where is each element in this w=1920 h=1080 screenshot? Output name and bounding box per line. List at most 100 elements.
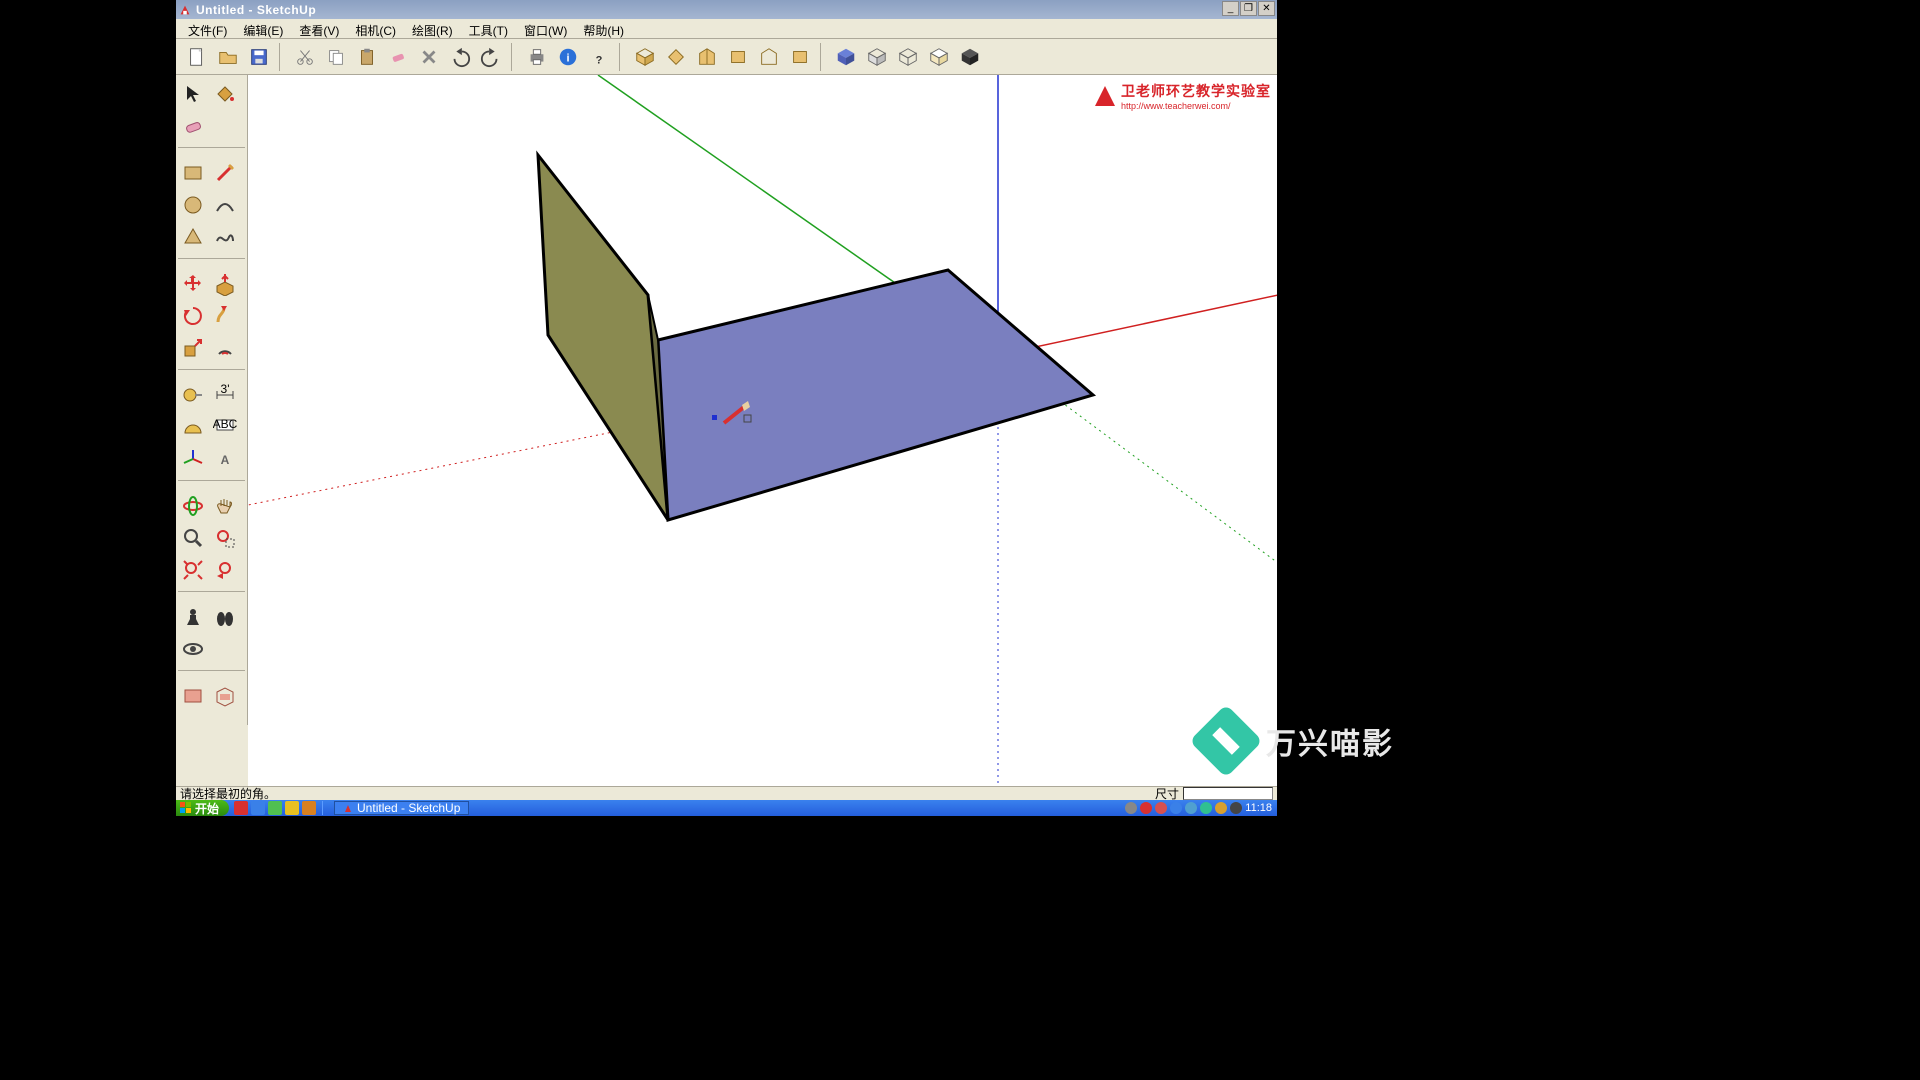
copy-icon[interactable] xyxy=(321,42,351,72)
menu-draw[interactable]: 绘图(R) xyxy=(404,19,461,38)
cut-icon[interactable] xyxy=(290,42,320,72)
eraser-tool-icon[interactable] xyxy=(178,111,208,141)
tray-icon[interactable] xyxy=(1140,802,1152,814)
polygon-tool-icon[interactable] xyxy=(178,222,208,252)
minimize-button[interactable]: _ xyxy=(1222,1,1239,16)
rotate-tool-icon[interactable] xyxy=(178,301,208,331)
menu-file[interactable]: 文件(F) xyxy=(180,19,235,38)
section-plane-icon[interactable] xyxy=(178,681,208,711)
walk-tool-icon[interactable] xyxy=(210,602,240,632)
dimension-input[interactable] xyxy=(1183,787,1273,800)
svg-text:ABC: ABC xyxy=(213,417,237,431)
hidden-line-icon[interactable] xyxy=(924,42,954,72)
axes-tool-icon[interactable] xyxy=(178,444,208,474)
tape-measure-icon[interactable] xyxy=(178,380,208,410)
open-file-icon[interactable] xyxy=(213,42,243,72)
print-icon[interactable] xyxy=(522,42,552,72)
tray-icon[interactable] xyxy=(1185,802,1197,814)
tray-icon[interactable] xyxy=(1155,802,1167,814)
new-file-icon[interactable] xyxy=(182,42,212,72)
line-tool-icon[interactable] xyxy=(210,158,240,188)
right-view-icon[interactable] xyxy=(723,42,753,72)
toolbar-separator xyxy=(619,43,625,71)
circle-tool-icon[interactable] xyxy=(178,190,208,220)
watermark-url: http://www.teacherwei.com/ xyxy=(1121,101,1271,111)
app-icon xyxy=(178,3,192,17)
undo-icon[interactable] xyxy=(445,42,475,72)
model-info-icon[interactable]: i xyxy=(553,42,583,72)
text-tool-icon[interactable]: ABC xyxy=(210,412,240,442)
3d-text-tool-icon[interactable]: A xyxy=(210,444,240,474)
windows-taskbar: 开始 Untitled - SketchUp 11:18 xyxy=(176,800,1277,816)
menu-tools[interactable]: 工具(T) xyxy=(461,19,516,38)
wall-face-left xyxy=(538,155,668,520)
restore-button[interactable]: ❐ xyxy=(1240,1,1257,16)
ql-icon[interactable] xyxy=(268,801,282,815)
back-view-icon[interactable] xyxy=(754,42,784,72)
tray-clock: 11:18 xyxy=(1245,802,1272,814)
previous-view-icon[interactable] xyxy=(210,555,240,585)
tray-icon[interactable] xyxy=(1200,802,1212,814)
menu-window[interactable]: 窗口(W) xyxy=(516,19,575,38)
tray-icon[interactable] xyxy=(1125,802,1137,814)
move-tool-icon[interactable] xyxy=(178,269,208,299)
delete-icon[interactable] xyxy=(414,42,444,72)
position-camera-icon[interactable] xyxy=(178,602,208,632)
top-view-icon[interactable] xyxy=(661,42,691,72)
statusbar: 请选择最初的角。 尺寸 xyxy=(176,786,1277,800)
triangle-logo-icon xyxy=(1095,86,1115,106)
freehand-tool-icon[interactable] xyxy=(210,222,240,252)
left-view-icon[interactable] xyxy=(785,42,815,72)
red-axis-solid xyxy=(998,280,1277,355)
ql-icon[interactable] xyxy=(285,801,299,815)
pan-tool-icon[interactable] xyxy=(210,491,240,521)
window-title: Untitled - SketchUp xyxy=(196,3,316,17)
monochrome-icon[interactable] xyxy=(955,42,985,72)
section-display-icon[interactable] xyxy=(210,681,240,711)
ql-ie-icon[interactable] xyxy=(251,801,265,815)
look-around-icon[interactable] xyxy=(178,634,208,664)
iso-view-icon[interactable] xyxy=(630,42,660,72)
save-icon[interactable] xyxy=(244,42,274,72)
arc-tool-icon[interactable] xyxy=(210,190,240,220)
followme-tool-icon[interactable] xyxy=(210,301,240,331)
menu-camera[interactable]: 相机(C) xyxy=(347,19,404,38)
taskbar-app[interactable]: Untitled - SketchUp xyxy=(334,801,469,815)
front-view-icon[interactable] xyxy=(692,42,722,72)
select-tool-icon[interactable] xyxy=(178,79,208,109)
menu-help[interactable]: 帮助(H) xyxy=(575,19,632,38)
menu-edit[interactable]: 编辑(E) xyxy=(235,19,291,38)
shaded-textures-icon[interactable] xyxy=(831,42,861,72)
zoom-window-icon[interactable] xyxy=(210,523,240,553)
app-window: Untitled - SketchUp _ ❐ ✕ 文件(F) 编辑(E) 查看… xyxy=(176,0,1277,816)
quicklaunch xyxy=(234,801,316,815)
toolbar-separator xyxy=(511,43,517,71)
start-button[interactable]: 开始 xyxy=(176,800,229,816)
orbit-tool-icon[interactable] xyxy=(178,491,208,521)
wireframe-icon[interactable] xyxy=(893,42,923,72)
filmora-logo-icon xyxy=(1189,704,1263,778)
protractor-tool-icon[interactable] xyxy=(178,412,208,442)
tray-icon[interactable] xyxy=(1215,802,1227,814)
watermark-teacher: 卫老师环艺教学实验室 http://www.teacherwei.com/ xyxy=(1095,81,1271,111)
tray-icon[interactable] xyxy=(1170,802,1182,814)
menu-view[interactable]: 查看(V) xyxy=(291,19,347,38)
offset-tool-icon[interactable] xyxy=(210,333,240,363)
paint-bucket-icon[interactable] xyxy=(210,79,240,109)
ql-icon[interactable] xyxy=(234,801,248,815)
rectangle-tool-icon[interactable] xyxy=(178,158,208,188)
pushpull-tool-icon[interactable] xyxy=(210,269,240,299)
ql-icon[interactable] xyxy=(302,801,316,815)
erase-icon[interactable] xyxy=(383,42,413,72)
shaded-icon[interactable] xyxy=(862,42,892,72)
redo-icon[interactable] xyxy=(476,42,506,72)
zoom-extents-icon[interactable] xyxy=(178,555,208,585)
dimension-tool-icon[interactable]: 3' xyxy=(210,380,240,410)
paste-icon[interactable] xyxy=(352,42,382,72)
viewport-3d[interactable]: 卫老师环艺教学实验室 http://www.teacherwei.com/ xyxy=(248,75,1277,786)
zoom-tool-icon[interactable] xyxy=(178,523,208,553)
scale-tool-icon[interactable] xyxy=(178,333,208,363)
help-icon[interactable]: ? xyxy=(584,42,614,72)
tray-icon[interactable] xyxy=(1230,802,1242,814)
close-button[interactable]: ✕ xyxy=(1258,1,1275,16)
